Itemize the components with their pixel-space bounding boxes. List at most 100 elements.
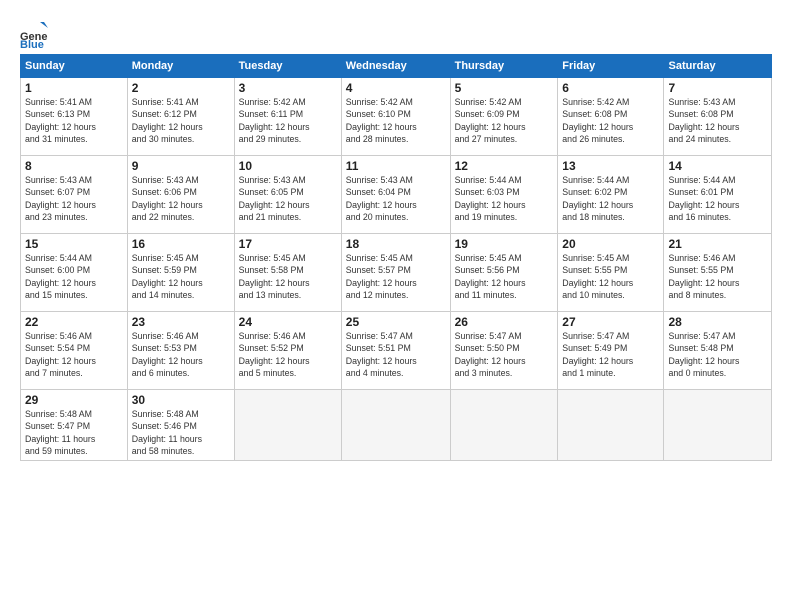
day-info: Sunrise: 5:43 AM Sunset: 6:05 PM Dayligh… bbox=[239, 174, 337, 223]
day-info: Sunrise: 5:45 AM Sunset: 5:57 PM Dayligh… bbox=[346, 252, 446, 301]
day-number: 18 bbox=[346, 237, 446, 251]
day-number: 26 bbox=[455, 315, 554, 329]
day-number: 25 bbox=[346, 315, 446, 329]
calendar-cell: 26Sunrise: 5:47 AM Sunset: 5:50 PM Dayli… bbox=[450, 312, 558, 390]
day-info: Sunrise: 5:43 AM Sunset: 6:08 PM Dayligh… bbox=[668, 96, 767, 145]
day-number: 21 bbox=[668, 237, 767, 251]
calendar-cell: 22Sunrise: 5:46 AM Sunset: 5:54 PM Dayli… bbox=[21, 312, 128, 390]
calendar-cell: 8Sunrise: 5:43 AM Sunset: 6:07 PM Daylig… bbox=[21, 156, 128, 234]
day-number: 22 bbox=[25, 315, 123, 329]
calendar-cell: 27Sunrise: 5:47 AM Sunset: 5:49 PM Dayli… bbox=[558, 312, 664, 390]
calendar-cell: 28Sunrise: 5:47 AM Sunset: 5:48 PM Dayli… bbox=[664, 312, 772, 390]
calendar-table: Sunday Monday Tuesday Wednesday Thursday… bbox=[20, 54, 772, 461]
day-info: Sunrise: 5:45 AM Sunset: 5:59 PM Dayligh… bbox=[132, 252, 230, 301]
calendar-cell: 16Sunrise: 5:45 AM Sunset: 5:59 PM Dayli… bbox=[127, 234, 234, 312]
calendar-cell: 7Sunrise: 5:43 AM Sunset: 6:08 PM Daylig… bbox=[664, 78, 772, 156]
day-number: 7 bbox=[668, 81, 767, 95]
day-info: Sunrise: 5:47 AM Sunset: 5:51 PM Dayligh… bbox=[346, 330, 446, 379]
day-info: Sunrise: 5:43 AM Sunset: 6:04 PM Dayligh… bbox=[346, 174, 446, 223]
day-info: Sunrise: 5:48 AM Sunset: 5:46 PM Dayligh… bbox=[132, 408, 230, 457]
day-info: Sunrise: 5:48 AM Sunset: 5:47 PM Dayligh… bbox=[25, 408, 123, 457]
calendar-cell: 14Sunrise: 5:44 AM Sunset: 6:01 PM Dayli… bbox=[664, 156, 772, 234]
day-info: Sunrise: 5:47 AM Sunset: 5:48 PM Dayligh… bbox=[668, 330, 767, 379]
day-info: Sunrise: 5:41 AM Sunset: 6:12 PM Dayligh… bbox=[132, 96, 230, 145]
day-number: 14 bbox=[668, 159, 767, 173]
calendar-cell: 1Sunrise: 5:41 AM Sunset: 6:13 PM Daylig… bbox=[21, 78, 128, 156]
day-info: Sunrise: 5:43 AM Sunset: 6:07 PM Dayligh… bbox=[25, 174, 123, 223]
calendar-cell: 9Sunrise: 5:43 AM Sunset: 6:06 PM Daylig… bbox=[127, 156, 234, 234]
day-info: Sunrise: 5:47 AM Sunset: 5:49 PM Dayligh… bbox=[562, 330, 659, 379]
calendar-cell: 15Sunrise: 5:44 AM Sunset: 6:00 PM Dayli… bbox=[21, 234, 128, 312]
day-number: 15 bbox=[25, 237, 123, 251]
logo: General Blue bbox=[20, 20, 50, 48]
calendar-cell: 13Sunrise: 5:44 AM Sunset: 6:02 PM Dayli… bbox=[558, 156, 664, 234]
day-number: 30 bbox=[132, 393, 230, 407]
calendar-cell: 12Sunrise: 5:44 AM Sunset: 6:03 PM Dayli… bbox=[450, 156, 558, 234]
calendar-cell bbox=[234, 390, 341, 461]
svg-text:Blue: Blue bbox=[20, 39, 44, 48]
calendar-cell: 5Sunrise: 5:42 AM Sunset: 6:09 PM Daylig… bbox=[450, 78, 558, 156]
calendar-cell bbox=[558, 390, 664, 461]
calendar-cell: 30Sunrise: 5:48 AM Sunset: 5:46 PM Dayli… bbox=[127, 390, 234, 461]
calendar-cell: 11Sunrise: 5:43 AM Sunset: 6:04 PM Dayli… bbox=[341, 156, 450, 234]
day-info: Sunrise: 5:41 AM Sunset: 6:13 PM Dayligh… bbox=[25, 96, 123, 145]
col-tuesday: Tuesday bbox=[234, 55, 341, 78]
calendar-cell: 19Sunrise: 5:45 AM Sunset: 5:56 PM Dayli… bbox=[450, 234, 558, 312]
day-number: 24 bbox=[239, 315, 337, 329]
day-number: 1 bbox=[25, 81, 123, 95]
day-number: 11 bbox=[346, 159, 446, 173]
calendar-cell: 6Sunrise: 5:42 AM Sunset: 6:08 PM Daylig… bbox=[558, 78, 664, 156]
day-number: 8 bbox=[25, 159, 123, 173]
calendar-header-row: Sunday Monday Tuesday Wednesday Thursday… bbox=[21, 55, 772, 78]
day-number: 3 bbox=[239, 81, 337, 95]
calendar-cell: 24Sunrise: 5:46 AM Sunset: 5:52 PM Dayli… bbox=[234, 312, 341, 390]
day-info: Sunrise: 5:42 AM Sunset: 6:11 PM Dayligh… bbox=[239, 96, 337, 145]
day-number: 20 bbox=[562, 237, 659, 251]
col-wednesday: Wednesday bbox=[341, 55, 450, 78]
day-info: Sunrise: 5:45 AM Sunset: 5:55 PM Dayligh… bbox=[562, 252, 659, 301]
col-thursday: Thursday bbox=[450, 55, 558, 78]
calendar-cell bbox=[341, 390, 450, 461]
day-number: 16 bbox=[132, 237, 230, 251]
day-info: Sunrise: 5:46 AM Sunset: 5:55 PM Dayligh… bbox=[668, 252, 767, 301]
day-info: Sunrise: 5:44 AM Sunset: 6:03 PM Dayligh… bbox=[455, 174, 554, 223]
calendar-cell bbox=[450, 390, 558, 461]
calendar-cell: 29Sunrise: 5:48 AM Sunset: 5:47 PM Dayli… bbox=[21, 390, 128, 461]
day-info: Sunrise: 5:46 AM Sunset: 5:53 PM Dayligh… bbox=[132, 330, 230, 379]
day-info: Sunrise: 5:47 AM Sunset: 5:50 PM Dayligh… bbox=[455, 330, 554, 379]
day-info: Sunrise: 5:45 AM Sunset: 5:56 PM Dayligh… bbox=[455, 252, 554, 301]
col-saturday: Saturday bbox=[664, 55, 772, 78]
day-number: 23 bbox=[132, 315, 230, 329]
day-number: 10 bbox=[239, 159, 337, 173]
calendar-cell: 3Sunrise: 5:42 AM Sunset: 6:11 PM Daylig… bbox=[234, 78, 341, 156]
day-info: Sunrise: 5:42 AM Sunset: 6:10 PM Dayligh… bbox=[346, 96, 446, 145]
calendar-cell: 21Sunrise: 5:46 AM Sunset: 5:55 PM Dayli… bbox=[664, 234, 772, 312]
day-info: Sunrise: 5:43 AM Sunset: 6:06 PM Dayligh… bbox=[132, 174, 230, 223]
day-number: 2 bbox=[132, 81, 230, 95]
calendar-cell: 10Sunrise: 5:43 AM Sunset: 6:05 PM Dayli… bbox=[234, 156, 341, 234]
day-number: 4 bbox=[346, 81, 446, 95]
day-number: 9 bbox=[132, 159, 230, 173]
calendar-cell: 25Sunrise: 5:47 AM Sunset: 5:51 PM Dayli… bbox=[341, 312, 450, 390]
calendar-cell: 20Sunrise: 5:45 AM Sunset: 5:55 PM Dayli… bbox=[558, 234, 664, 312]
calendar-cell: 17Sunrise: 5:45 AM Sunset: 5:58 PM Dayli… bbox=[234, 234, 341, 312]
day-number: 6 bbox=[562, 81, 659, 95]
page-header: General Blue bbox=[20, 16, 772, 48]
day-info: Sunrise: 5:44 AM Sunset: 6:01 PM Dayligh… bbox=[668, 174, 767, 223]
calendar-cell: 4Sunrise: 5:42 AM Sunset: 6:10 PM Daylig… bbox=[341, 78, 450, 156]
calendar-cell bbox=[664, 390, 772, 461]
day-number: 5 bbox=[455, 81, 554, 95]
day-info: Sunrise: 5:42 AM Sunset: 6:08 PM Dayligh… bbox=[562, 96, 659, 145]
calendar-cell: 2Sunrise: 5:41 AM Sunset: 6:12 PM Daylig… bbox=[127, 78, 234, 156]
day-number: 27 bbox=[562, 315, 659, 329]
col-sunday: Sunday bbox=[21, 55, 128, 78]
day-info: Sunrise: 5:42 AM Sunset: 6:09 PM Dayligh… bbox=[455, 96, 554, 145]
col-friday: Friday bbox=[558, 55, 664, 78]
calendar-cell: 23Sunrise: 5:46 AM Sunset: 5:53 PM Dayli… bbox=[127, 312, 234, 390]
day-info: Sunrise: 5:46 AM Sunset: 5:54 PM Dayligh… bbox=[25, 330, 123, 379]
day-number: 29 bbox=[25, 393, 123, 407]
day-info: Sunrise: 5:44 AM Sunset: 6:00 PM Dayligh… bbox=[25, 252, 123, 301]
day-info: Sunrise: 5:44 AM Sunset: 6:02 PM Dayligh… bbox=[562, 174, 659, 223]
day-number: 12 bbox=[455, 159, 554, 173]
day-number: 28 bbox=[668, 315, 767, 329]
